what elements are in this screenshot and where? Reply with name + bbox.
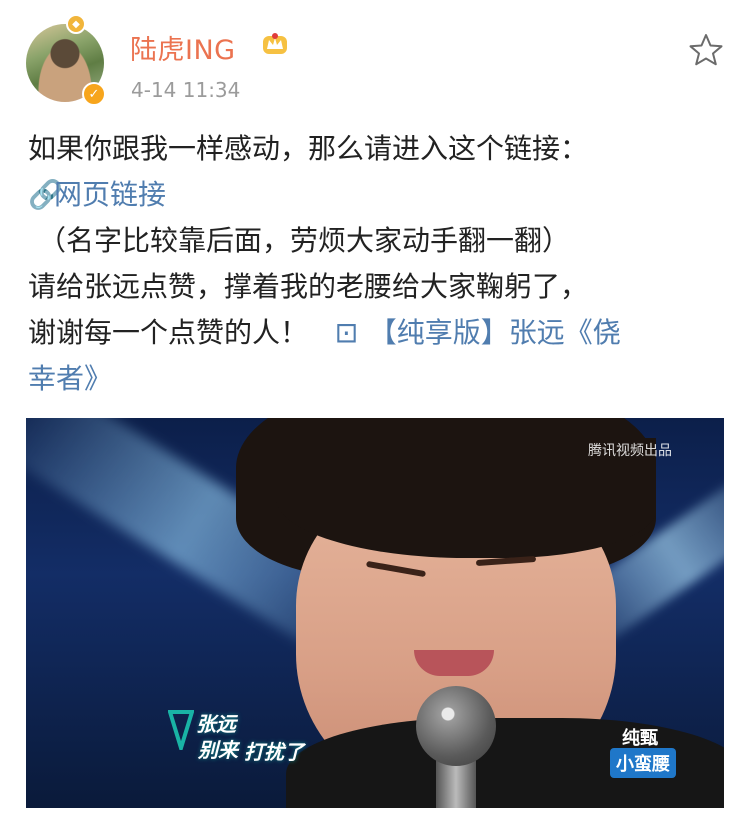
content-line: （名字比较靠后面，劳烦大家动手翻一翻） [38, 224, 571, 257]
verified-icon: ✓ [82, 82, 106, 106]
caption-song: 打扰了 [244, 740, 304, 764]
microphone-icon [416, 686, 496, 766]
post-content: 如果你跟我一样感动，那么请进入这个链接： 🔗网页链接 （名字比较靠后面，劳烦大家… [28, 126, 728, 402]
video-thumbnail[interactable]: 腾讯视频出品 张远 别来 打扰了 纯甄 小蛮腰 [26, 418, 724, 808]
caption-singer: 张远 [196, 712, 236, 736]
tencent-video-watermark: 腾讯视频出品 [588, 443, 672, 459]
video-link-cont[interactable]: 幸者》 [28, 356, 728, 402]
badge-icon: ◆ [66, 14, 86, 34]
web-link[interactable]: 🔗网页链接 [28, 172, 728, 218]
sponsor-label: 纯甄 [622, 728, 658, 749]
caption-song-prefix: 别来 [198, 738, 238, 762]
avatar-container[interactable]: ◆ ✓ [26, 14, 106, 106]
web-link-label[interactable]: 网页链接 [54, 178, 166, 211]
content-line: 谢谢每一个点赞的人！ ⊡ 【纯享版】张远《侥 [28, 310, 728, 356]
star-icon[interactable] [688, 32, 724, 68]
post-header: ◆ ✓ 陆虎ING 4-14 11:34 [0, 0, 752, 112]
crown-icon[interactable] [260, 30, 290, 58]
video-link[interactable]: 【纯享版】张远《侥 [369, 316, 621, 349]
link-icon: 🔗 [28, 178, 63, 211]
content-line: 如果你跟我一样感动，那么请进入这个链接： [28, 132, 589, 165]
sponsor-badge: 小蛮腰 [610, 748, 676, 778]
user-name[interactable]: 陆虎ING [130, 28, 236, 67]
video-icon: ⊡ [334, 316, 359, 349]
content-text: 谢谢每一个点赞的人！ [28, 316, 309, 349]
show-logo-icon [168, 710, 194, 750]
post-timestamp: 4-14 11:34 [131, 78, 241, 102]
content-line: 请给张远点赞，撑着我的老腰给大家鞠躬了， [28, 270, 589, 303]
